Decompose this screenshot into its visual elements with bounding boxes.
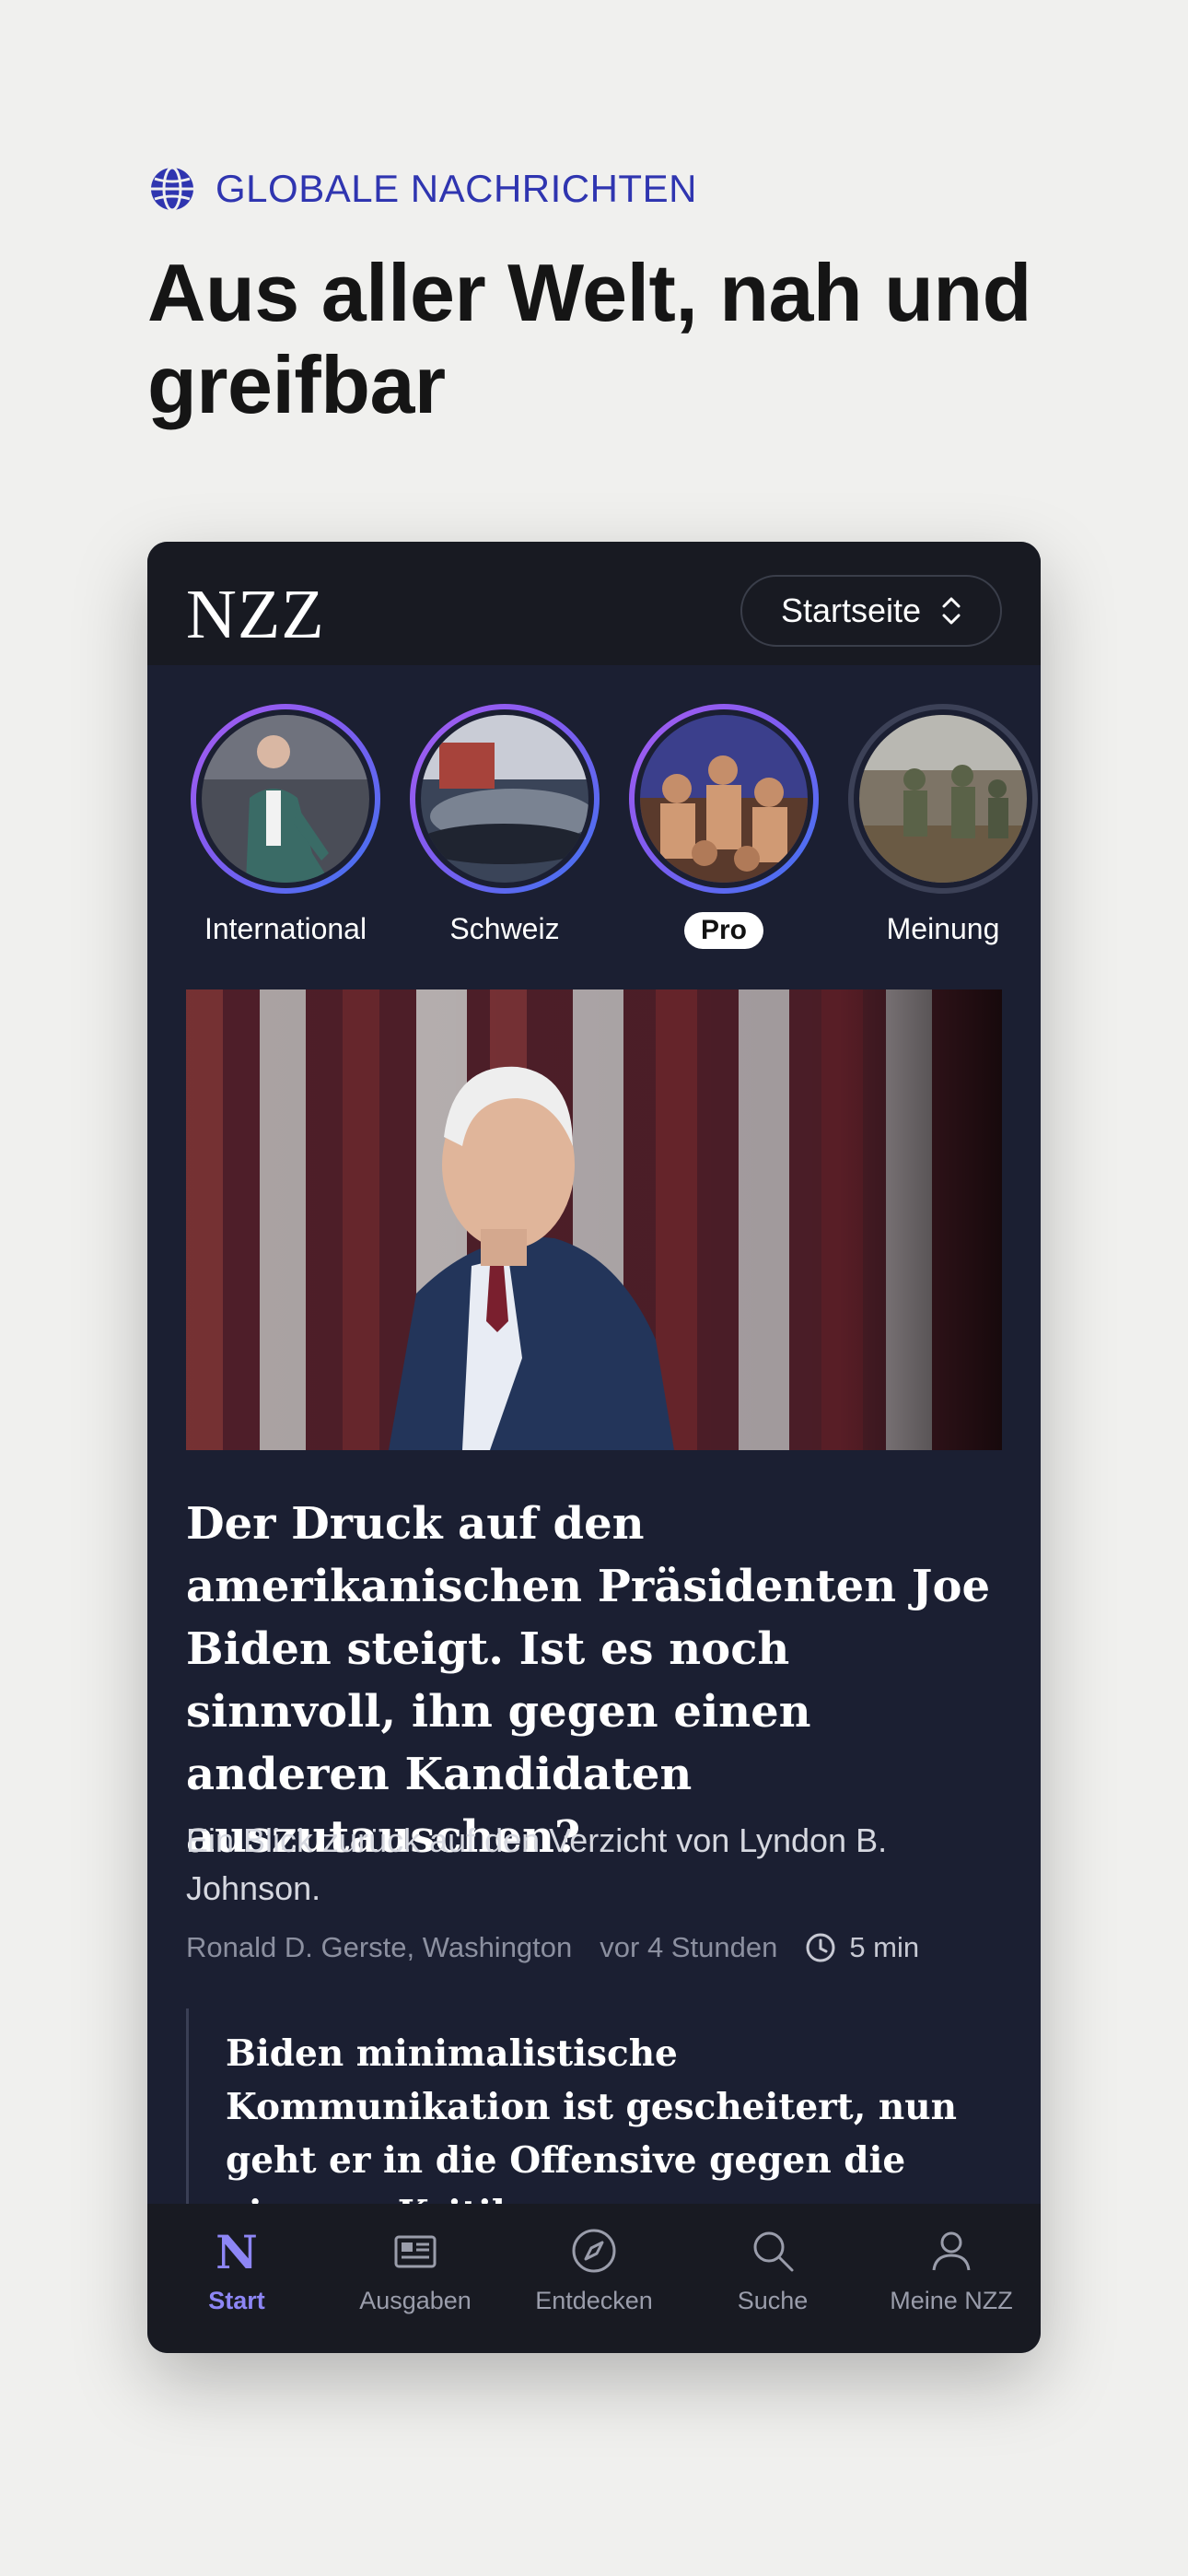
story-ring-gap — [635, 709, 813, 888]
nzz-logo[interactable]: NZZ — [186, 575, 325, 655]
story-image-meinung — [859, 715, 1027, 883]
tab-entdecken[interactable]: Entdecken — [505, 2204, 683, 2353]
svg-text:N: N — [215, 2225, 258, 2277]
article-author: Ronald D. Gerste, Washington — [186, 1931, 573, 1963]
article-hero-image[interactable] — [186, 989, 1002, 1450]
reading-time-value: 5 min — [849, 1931, 920, 1963]
story-label: Pro — [623, 912, 825, 949]
story-image-schweiz — [421, 715, 588, 883]
page-headline: Aus aller Welt, nah und greifbar — [147, 247, 1031, 430]
tab-label: Ausgaben — [359, 2287, 472, 2314]
story-schweiz[interactable]: Schweiz — [403, 704, 606, 946]
story-ring-gap — [854, 709, 1032, 888]
bottom-tab-bar: N Start Ausgaben Entdecken Suche Meine N… — [147, 2204, 1041, 2353]
tab-label: Suche — [737, 2287, 809, 2314]
globe-icon — [151, 166, 193, 212]
story-image-international — [202, 715, 369, 883]
article-published: vor 4 Stunden — [600, 1931, 778, 1963]
article-title[interactable]: Der Druck auf den amerikanischen Präside… — [186, 1493, 1002, 1868]
pro-badge: Pro — [683, 912, 763, 949]
story-ring-gap — [415, 709, 594, 888]
reading-time: 5 min — [805, 1931, 919, 1964]
tab-suche[interactable]: Suche — [683, 2204, 862, 2353]
search-icon — [753, 2231, 794, 2272]
story-pro[interactable]: Pro — [623, 704, 825, 949]
story-international[interactable]: International — [184, 704, 387, 946]
nzz-logo-icon: N — [215, 2225, 258, 2277]
clock-icon — [806, 1933, 835, 1962]
tab-label: Entdecken — [535, 2287, 653, 2314]
app-screen: NZZ Startseite International Schweiz Pro… — [147, 542, 1041, 2353]
edition-selector[interactable]: Startseite — [740, 575, 1002, 647]
tab-start[interactable]: N Start — [147, 2204, 326, 2353]
story-ring-gap — [196, 709, 375, 888]
newspaper-icon — [394, 2235, 437, 2268]
article-subtitle: Ein Blick zurück auf den Verzicht von Ly… — [186, 1821, 888, 1907]
story-carousel[interactable]: International Schweiz Pro Meinung — [147, 704, 1041, 962]
story-label: International — [204, 912, 367, 945]
section-eyebrow: GLOBALE NACHRICHTEN — [149, 166, 697, 212]
story-meinung[interactable]: Meinung — [842, 704, 1041, 946]
tab-label: Meine NZZ — [890, 2287, 1013, 2314]
user-icon — [932, 2231, 971, 2271]
tab-label: Start — [208, 2287, 265, 2314]
story-label: Meinung — [886, 912, 1000, 945]
story-label: Schweiz — [449, 912, 560, 945]
story-ring — [410, 704, 600, 894]
top-bar: NZZ Startseite — [147, 542, 1041, 665]
story-image-pro — [640, 715, 808, 883]
tab-ausgaben[interactable]: Ausgaben — [326, 2204, 505, 2353]
story-ring — [191, 704, 380, 894]
tab-meine-nzz[interactable]: Meine NZZ — [862, 2204, 1041, 2353]
story-ring — [848, 704, 1038, 894]
article-meta: Ronald D. Gerste, Washington vor 4 Stund… — [186, 1931, 919, 1964]
eyebrow-label: GLOBALE NACHRICHTEN — [215, 167, 697, 210]
chevron-up-down-icon — [942, 597, 961, 625]
compass-icon — [572, 2229, 616, 2273]
story-ring — [629, 704, 819, 894]
edition-selector-label: Startseite — [780, 591, 922, 629]
